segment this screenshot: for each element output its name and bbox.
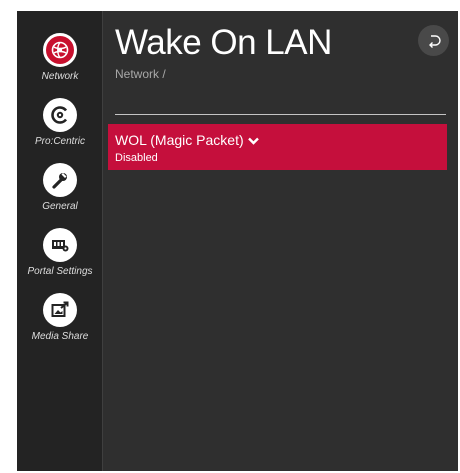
procentric-icon	[43, 98, 77, 132]
back-button[interactable]	[418, 25, 449, 56]
sidebar-item-media-share[interactable]: Media Share	[17, 293, 103, 342]
wol-magic-packet-setting[interactable]: WOL (Magic Packet) Disabled	[108, 124, 447, 170]
sidebar-item-label: Network	[41, 71, 79, 82]
sidebar-item-label: Pro:Centric	[34, 136, 85, 147]
setting-label: WOL (Magic Packet)	[115, 132, 244, 148]
sidebar-item-portal-settings[interactable]: Portal Settings	[17, 228, 103, 277]
sidebar-item-label: Portal Settings	[27, 266, 93, 277]
sidebar-item-general[interactable]: General	[17, 163, 103, 212]
network-icon	[43, 33, 77, 67]
settings-sidebar: Network Pro:Centric General Portal Setti…	[17, 11, 103, 471]
setting-label-row: WOL (Magic Packet)	[115, 132, 259, 148]
sidebar-item-label: General	[42, 201, 78, 212]
sidebar-item-label: Media Share	[31, 331, 89, 342]
chevron-down-icon	[247, 132, 259, 148]
portal-settings-icon	[43, 228, 77, 262]
sidebar-item-network[interactable]: Network	[17, 33, 103, 82]
settings-screen: Network Pro:Centric General Portal Setti…	[17, 11, 458, 471]
wrench-icon	[43, 163, 77, 197]
breadcrumb: Network /	[115, 67, 166, 81]
page-title: Wake On LAN	[115, 23, 332, 62]
sidebar-item-procentric[interactable]: Pro:Centric	[17, 98, 103, 147]
media-share-icon	[43, 293, 77, 327]
divider	[115, 114, 446, 115]
setting-value: Disabled	[115, 152, 158, 164]
